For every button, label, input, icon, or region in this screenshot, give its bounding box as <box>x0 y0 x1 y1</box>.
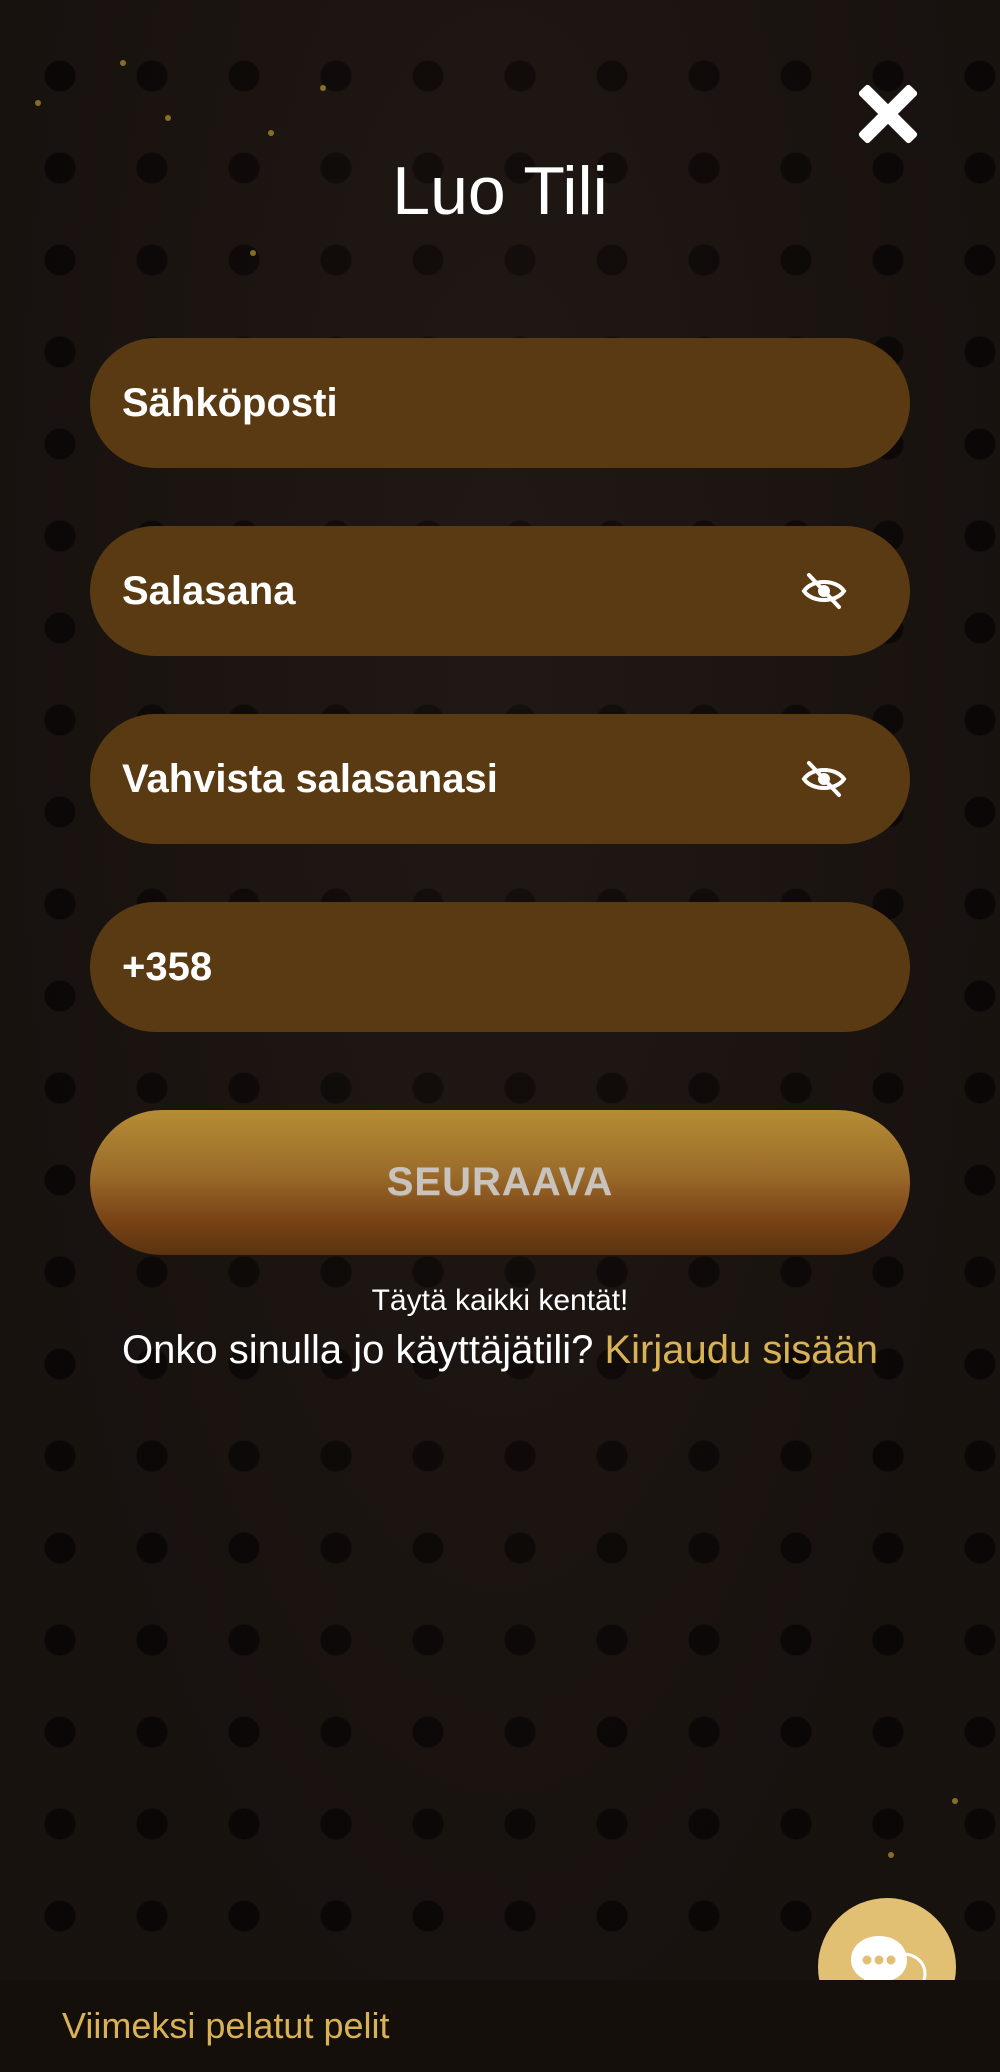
phone-field[interactable] <box>90 901 910 1033</box>
sparkle-decoration <box>35 100 41 106</box>
confirm-password-field[interactable] <box>90 713 910 845</box>
password-field[interactable] <box>90 525 910 657</box>
email-field[interactable] <box>90 337 910 469</box>
confirm-password-input[interactable] <box>120 713 800 845</box>
login-prompt-text: Onko sinulla jo käyttäjätili? <box>122 1328 594 1372</box>
form-hint: Täytä kaikki kentät! <box>371 1284 629 1317</box>
sparkle-decoration <box>250 250 256 256</box>
eye-off-icon[interactable] <box>800 567 848 615</box>
login-link[interactable]: Kirjaudu sisään <box>604 1328 878 1372</box>
bottom-bar: Viimeksi pelatut pelit <box>0 1980 1000 2072</box>
sparkle-decoration <box>320 85 326 91</box>
email-input[interactable] <box>120 337 848 469</box>
sparkle-decoration <box>952 1798 958 1804</box>
recently-played-link[interactable]: Viimeksi pelatut pelit <box>62 2005 390 2047</box>
login-prompt-line: Onko sinulla jo käyttäjätili? Kirjaudu s… <box>0 1328 1000 1373</box>
background-overlay <box>0 0 1000 2072</box>
sparkle-decoration <box>888 1852 894 1858</box>
sparkle-decoration <box>268 130 274 136</box>
sparkle-decoration <box>120 60 126 66</box>
phone-input[interactable] <box>120 901 848 1033</box>
sparkle-decoration <box>165 115 171 121</box>
page-title: Luo Tili <box>392 153 608 229</box>
password-input[interactable] <box>120 525 800 657</box>
next-button[interactable]: SEURAAVA <box>90 1110 910 1255</box>
eye-off-icon[interactable] <box>800 755 848 803</box>
close-button[interactable] <box>846 72 930 156</box>
